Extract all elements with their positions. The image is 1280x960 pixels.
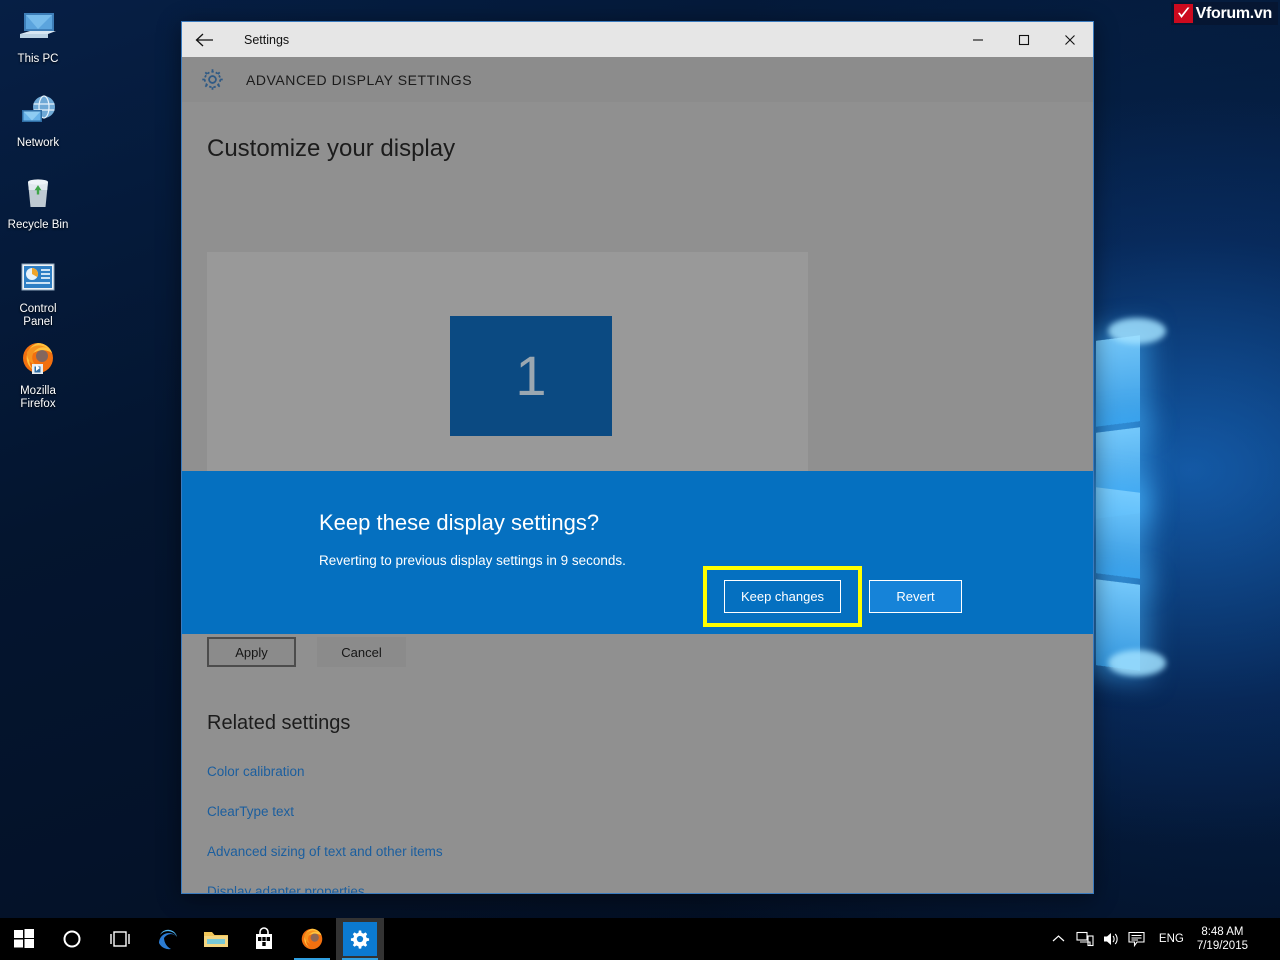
app-header: ADVANCED DISPLAY SETTINGS [182,57,1093,102]
action-center-button[interactable] [1124,918,1150,960]
page-title: Customize your display [207,135,456,162]
window-title: Settings [244,32,290,47]
link-advanced-sizing[interactable]: Advanced sizing of text and other items [207,844,443,859]
back-button[interactable] [182,22,226,57]
windows-logo-icon [14,929,34,948]
show-desktop-button[interactable] [1260,918,1280,960]
monitor-tile-1[interactable]: 1 [450,316,612,436]
desktop-icon-label-line1: Control [19,303,57,315]
speaker-icon [1103,933,1118,945]
app-header-title: ADVANCED DISPLAY SETTINGS [246,71,473,88]
clock-time: 8:48 AM [1201,926,1244,938]
volume-tray-icon[interactable] [1098,918,1124,960]
control-panel-icon [0,254,76,300]
settings-window[interactable]: Settings ADVANCED DISPLAY SETTINGS Custo… [181,21,1094,894]
cancel-button[interactable]: Cancel [317,637,406,667]
task-view-button[interactable] [96,918,144,960]
chevron-up-icon [1053,935,1065,942]
settings-content: Customize your display 1 Keep these disp… [182,102,1093,893]
firefox-taskbar-button[interactable] [288,918,336,960]
microsoft-store-button[interactable] [240,918,288,960]
desktop-icon-recycle-bin[interactable]: Recycle Bin [0,170,76,232]
taskbar[interactable]: ENG 8:48 AM 7/19/2015 [0,918,1280,960]
network-tray-icon[interactable] [1072,918,1098,960]
window-titlebar[interactable]: Settings [182,22,1093,57]
gear-icon [350,930,370,949]
desktop-icon-this-pc[interactable]: This PC [0,4,76,66]
circle-icon [63,930,81,948]
keep-changes-button[interactable]: Keep changes [724,580,841,613]
store-bag-icon [256,927,272,949]
gear-icon [195,67,229,92]
dialog-subtitle: Reverting to previous display settings i… [319,553,626,568]
monitor-number-label: 1 [515,344,547,407]
edge-icon [159,929,177,950]
settings-taskbar-button[interactable] [336,918,384,960]
cortana-search-button[interactable] [48,918,96,960]
clock[interactable]: 8:48 AM 7/19/2015 [1193,925,1260,953]
minimize-icon [973,38,983,41]
folder-icon [204,932,228,947]
close-button[interactable] [1047,22,1093,57]
system-tray[interactable]: ENG 8:48 AM 7/19/2015 [1046,918,1280,960]
checkmark-logo-icon [1173,4,1193,23]
link-color-calibration[interactable]: Color calibration [207,764,305,779]
show-hidden-icons-button[interactable] [1046,918,1072,960]
firefox-icon [301,928,323,950]
close-icon [1065,34,1075,45]
edge-browser-button[interactable] [144,918,192,960]
keep-settings-dialog: Keep these display settings? Reverting t… [182,471,1093,634]
desktop-icon-network[interactable]: Network [0,88,76,150]
display-preview-panel[interactable]: 1 [207,252,808,502]
language-indicator[interactable]: ENG [1150,933,1193,945]
recycle-bin-icon [0,170,76,216]
maximize-button[interactable] [1001,22,1047,57]
watermark: Vforum.vn [1170,2,1278,25]
apply-button[interactable]: Apply [207,637,296,667]
desktop-icon-label-line2: Firefox [20,398,56,410]
desktop-icon-label: Network [16,137,60,149]
task-view-icon [110,931,130,947]
dialog-title: Keep these display settings? [319,510,600,535]
network-icon [1076,931,1094,947]
wallpaper-glow [1108,318,1166,344]
desktop-icon-control-panel[interactable]: Control Panel [0,254,76,329]
watermark-text: Vforum.vn [1195,4,1273,22]
desktop[interactable]: This PC Network Recycle Bin Control Pane… [0,0,1280,960]
link-display-adapter-properties[interactable]: Display adapter properties [207,884,365,893]
this-pc-icon [0,4,76,50]
wallpaper-glow [1108,650,1166,676]
desktop-icon-label: This PC [17,53,59,65]
wallpaper-logo-pane [1096,335,1140,427]
file-explorer-button[interactable] [192,918,240,960]
start-button[interactable] [0,918,48,960]
firefox-icon [0,336,76,382]
desktop-icon-firefox[interactable]: Mozilla Firefox [0,336,76,411]
related-settings-heading: Related settings [207,712,351,734]
window-controls[interactable] [955,22,1093,57]
revert-button[interactable]: Revert [869,580,962,613]
desktop-icon-label-line2: Panel [23,316,53,328]
network-icon [0,88,76,134]
desktop-icon-label: Recycle Bin [7,219,69,231]
link-cleartype-text[interactable]: ClearType text [207,804,294,819]
maximize-icon [1018,34,1030,45]
desktop-icon-label-line1: Mozilla [20,385,56,397]
minimize-button[interactable] [955,22,1001,57]
action-center-icon [1128,931,1145,947]
back-arrow-icon [195,33,213,46]
clock-date: 7/19/2015 [1196,940,1248,952]
wallpaper-logo-pane [1096,487,1140,579]
